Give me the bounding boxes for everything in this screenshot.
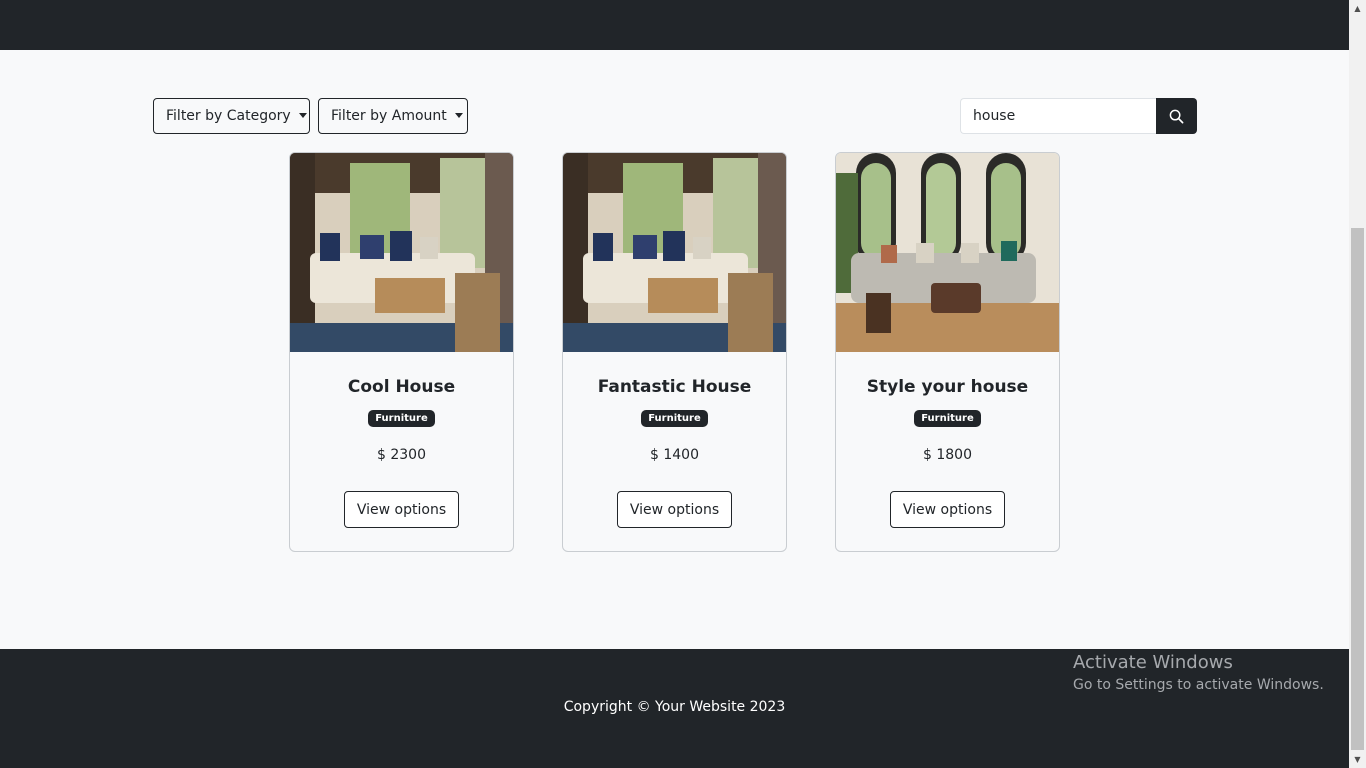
product-price: $ 1800 bbox=[923, 447, 972, 463]
category-badge: Furniture bbox=[368, 410, 435, 427]
filter-category-label: Filter by Category bbox=[166, 108, 291, 124]
scrollbar-thumb[interactable] bbox=[1351, 228, 1364, 750]
category-badge: Furniture bbox=[914, 410, 981, 427]
product-image bbox=[563, 153, 786, 352]
product-card: Cool House Furniture $ 2300 View options bbox=[289, 152, 514, 552]
search-button[interactable] bbox=[1156, 98, 1197, 134]
filter-category-dropdown[interactable]: Filter by Category bbox=[153, 98, 310, 134]
filter-amount-label: Filter by Amount bbox=[331, 108, 447, 124]
category-badge: Furniture bbox=[641, 410, 708, 427]
chevron-down-icon bbox=[298, 112, 307, 118]
copyright-text: Copyright © Your Website 2023 bbox=[563, 699, 786, 715]
chevron-down-icon bbox=[454, 112, 463, 118]
product-image bbox=[290, 153, 513, 352]
windows-activation-watermark: Activate Windows Go to Settings to activ… bbox=[1073, 652, 1324, 695]
product-title: Fantastic House bbox=[597, 377, 752, 397]
scroll-down-arrow-icon[interactable]: ▼ bbox=[1349, 751, 1366, 768]
watermark-title: Activate Windows bbox=[1073, 652, 1233, 673]
scroll-up-arrow-icon[interactable]: ▲ bbox=[1349, 0, 1366, 17]
vertical-scrollbar[interactable]: ▲ ▼ bbox=[1349, 0, 1366, 768]
product-title: Style your house bbox=[866, 377, 1029, 397]
filter-amount-dropdown[interactable]: Filter by Amount bbox=[318, 98, 468, 134]
search-input[interactable] bbox=[960, 98, 1157, 134]
product-card: Style your house Furniture $ 1800 View o… bbox=[835, 152, 1060, 552]
product-image bbox=[836, 153, 1059, 352]
search-icon bbox=[1169, 109, 1184, 123]
product-price: $ 1400 bbox=[650, 447, 699, 463]
view-options-button[interactable]: View options bbox=[616, 491, 733, 528]
product-price: $ 2300 bbox=[377, 447, 426, 463]
watermark-subtitle: Go to Settings to activate Windows. bbox=[1073, 677, 1324, 693]
top-navbar bbox=[0, 0, 1349, 50]
view-options-button[interactable]: View options bbox=[889, 491, 1006, 528]
view-options-button[interactable]: View options bbox=[343, 491, 460, 528]
product-title: Cool House bbox=[347, 377, 456, 397]
product-card: Fantastic House Furniture $ 1400 View op… bbox=[562, 152, 787, 552]
